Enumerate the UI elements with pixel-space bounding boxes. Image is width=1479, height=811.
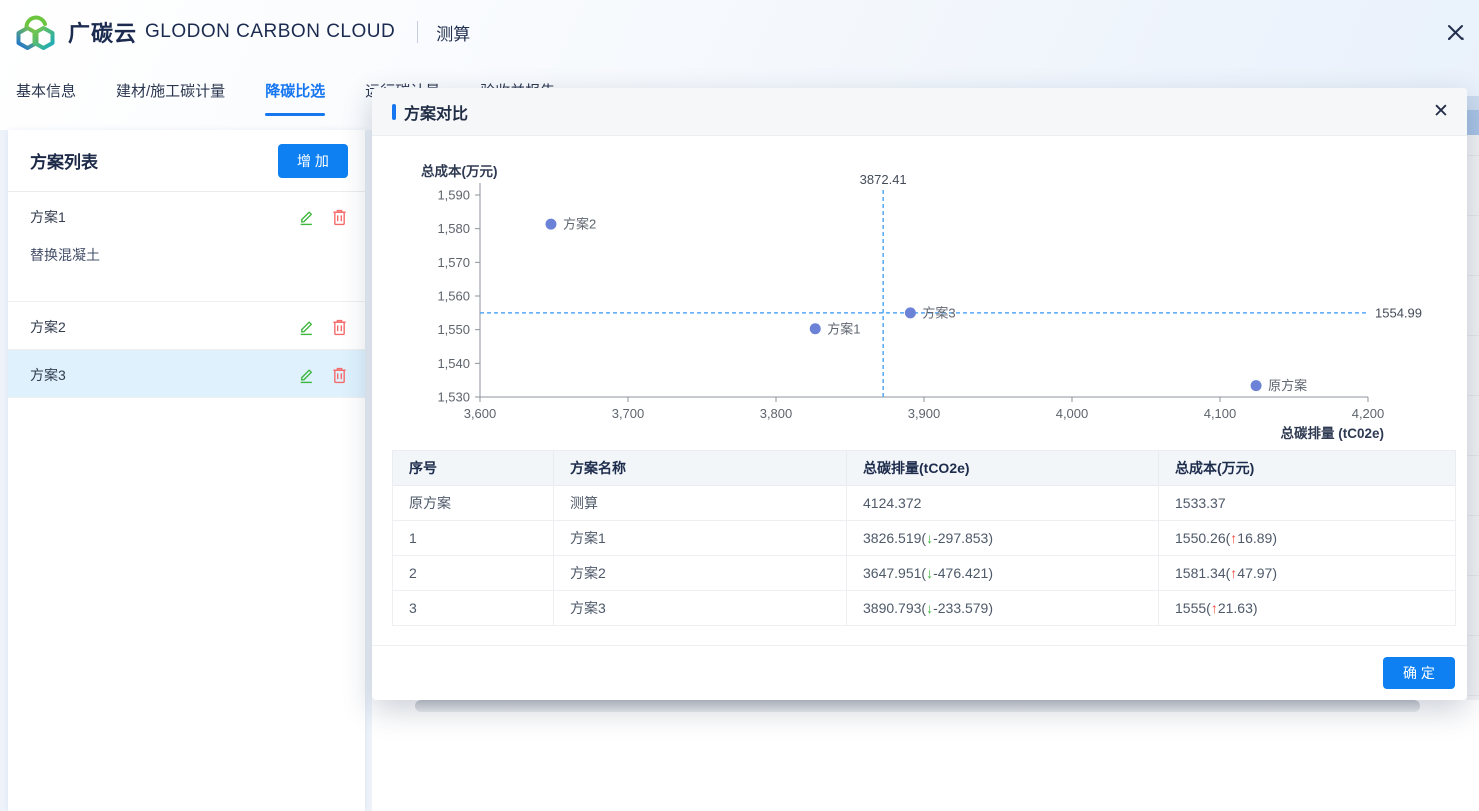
cell-carbon: 3826.519(↓-297.853)	[847, 521, 1159, 556]
scheme-item-desc: 替换混凝土	[30, 245, 348, 265]
scheme-list: 方案1 替换混凝土方案2 方案3	[8, 192, 365, 398]
cell-index: 1	[393, 521, 554, 556]
add-scheme-button[interactable]: 增 加	[278, 144, 348, 178]
svg-text:方案1: 方案1	[827, 321, 860, 336]
glodon-cloud-logo-icon	[14, 12, 58, 52]
svg-text:1,560: 1,560	[437, 289, 470, 304]
arrow-up-icon: ↑	[1230, 530, 1237, 546]
svg-text:方案3: 方案3	[922, 305, 955, 320]
scheme-compare-dialog: 方案对比 ✕ 1,5301,5401,5501,5601,5701,5801,5…	[372, 88, 1467, 700]
svg-text:总成本(万元): 总成本(万元)	[421, 163, 498, 179]
scheme-list-title: 方案列表	[30, 148, 98, 173]
scheme-list-header: 方案列表 增 加	[8, 130, 365, 192]
arrow-up-icon: ↑	[1230, 565, 1237, 581]
scheme-list-item[interactable]: 方案3	[8, 350, 365, 398]
table-row: 3方案33890.793(↓-233.579)1555(↑21.63)	[393, 591, 1456, 626]
table-header-row: 序号方案名称总碳排量(tCO2e)总成本(万元)	[393, 451, 1456, 486]
cell-cost: 1555(↑21.63)	[1159, 591, 1456, 626]
table-header-cell: 方案名称	[554, 451, 847, 486]
table-header-cell: 总成本(万元)	[1159, 451, 1456, 486]
scheme-list-item[interactable]: 方案2	[8, 302, 365, 350]
svg-text:1,570: 1,570	[437, 255, 470, 270]
table-header-cell: 序号	[393, 451, 554, 486]
cell-cost: 1550.26(↑16.89)	[1159, 521, 1456, 556]
header-divider	[417, 21, 418, 43]
top-bar: 广碳云 GLODON CARBON CLOUD 测算	[0, 0, 1479, 64]
dialog-footer: 确 定	[372, 645, 1467, 700]
scheme-list-item[interactable]: 方案1 替换混凝土	[8, 192, 365, 302]
cell-scheme-name: 方案3	[554, 591, 847, 626]
svg-text:方案2: 方案2	[563, 217, 596, 232]
module-title: 测算	[436, 20, 470, 45]
brand-name-en: GLODON CARBON CLOUD	[145, 21, 395, 43]
svg-text:1,530: 1,530	[437, 390, 470, 405]
scheme-list-panel: 方案列表 增 加 方案1 替换混凝土方案2 方案3	[8, 130, 365, 811]
svg-text:1554.99: 1554.99	[1375, 305, 1422, 320]
scheme-item-name: 方案2	[30, 317, 66, 337]
background-panel-edge	[415, 700, 1420, 712]
cell-carbon: 3647.951(↓-476.421)	[847, 556, 1159, 591]
tab-basic-info[interactable]: 基本信息	[16, 64, 76, 116]
scatter-chart: 1,530 1,540 1,550 1,560 1,570 1,580 1,590 3,600…	[372, 136, 1467, 450]
table-row: 1方案13826.519(↓-297.853)1550.26(↑16.89)	[393, 521, 1456, 556]
delete-icon[interactable]	[332, 319, 348, 336]
scheme-item-name: 方案1	[30, 207, 66, 227]
cell-index: 原方案	[393, 486, 554, 521]
svg-text:3,800: 3,800	[760, 406, 793, 421]
svg-text:1,590: 1,590	[437, 188, 470, 203]
svg-text:4,000: 4,000	[1056, 406, 1089, 421]
svg-text:4,200: 4,200	[1352, 406, 1385, 421]
svg-text:1,540: 1,540	[437, 356, 470, 371]
edit-icon[interactable]	[298, 209, 314, 226]
scheme-item-name: 方案3	[30, 365, 66, 385]
cell-carbon: 4124.372	[847, 486, 1159, 521]
delete-icon[interactable]	[332, 367, 348, 384]
arrow-down-icon: ↓	[926, 530, 933, 546]
arrow-up-icon: ↑	[1211, 600, 1218, 616]
screen: 广碳云 GLODON CARBON CLOUD 测算 基本信息建材/施工碳计量降…	[0, 0, 1479, 811]
cell-index: 3	[393, 591, 554, 626]
table-header-cell: 总碳排量(tCO2e)	[847, 451, 1159, 486]
tab-carbon-reduction-compare[interactable]: 降碳比选	[265, 64, 325, 116]
cell-scheme-name: 方案2	[554, 556, 847, 591]
svg-text:3872.41: 3872.41	[860, 172, 907, 187]
arrow-down-icon: ↓	[926, 565, 933, 581]
comparison-table: 序号方案名称总碳排量(tCO2e)总成本(万元) 原方案测算4124.37215…	[392, 450, 1456, 626]
dialog-title: 方案对比	[404, 100, 468, 124]
cell-scheme-name: 方案1	[554, 521, 847, 556]
edit-icon[interactable]	[298, 319, 314, 336]
arrow-down-icon: ↓	[926, 600, 933, 616]
close-icon[interactable]: ✕	[1429, 100, 1453, 124]
svg-text:3,600: 3,600	[464, 406, 497, 421]
dialog-header: 方案对比 ✕	[372, 88, 1467, 136]
confirm-button[interactable]: 确 定	[1383, 657, 1455, 689]
svg-text:1,550: 1,550	[437, 322, 470, 337]
svg-text:原方案: 原方案	[1268, 378, 1307, 393]
cell-index: 2	[393, 556, 554, 591]
svg-text:3,700: 3,700	[612, 406, 645, 421]
cell-scheme-name: 测算	[554, 486, 847, 521]
table-row: 2方案23647.951(↓-476.421)1581.34(↑47.97)	[393, 556, 1456, 591]
svg-text:1,580: 1,580	[437, 221, 470, 236]
tab-material-construction-carbon[interactable]: 建材/施工碳计量	[116, 64, 225, 116]
table-row: 原方案测算4124.3721533.37	[393, 486, 1456, 521]
background-table-strip	[1467, 96, 1479, 700]
cell-carbon: 3890.793(↓-233.579)	[847, 591, 1159, 626]
brand-name-cn: 广碳云	[68, 16, 137, 48]
edit-icon[interactable]	[298, 367, 314, 384]
delete-icon[interactable]	[332, 209, 348, 226]
svg-text:3,900: 3,900	[908, 406, 941, 421]
title-accent-bar	[392, 104, 396, 120]
tools-icon[interactable]	[1445, 22, 1467, 44]
svg-text:4,100: 4,100	[1204, 406, 1237, 421]
cell-cost: 1533.37	[1159, 486, 1456, 521]
cell-cost: 1581.34(↑47.97)	[1159, 556, 1456, 591]
svg-text:总碳排量 (tC02e): 总碳排量 (tC02e)	[1280, 425, 1384, 441]
